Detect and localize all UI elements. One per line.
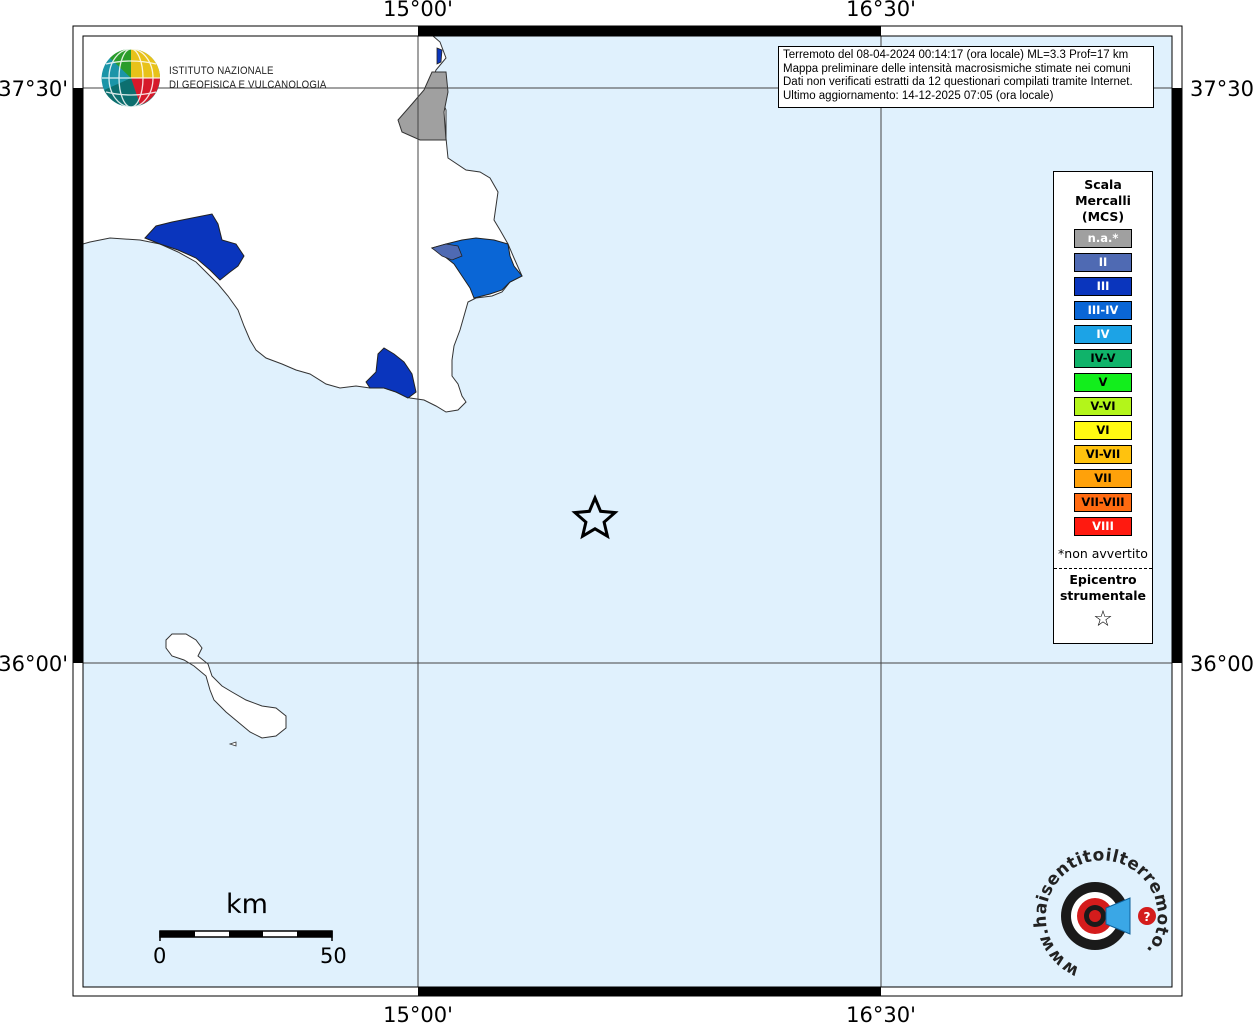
event-info-line2: Mappa preliminare delle intensità macros…	[783, 62, 1131, 75]
legend-swatch-vi-vii: VI-VII	[1074, 445, 1132, 464]
scale-unit-label: km	[226, 889, 268, 920]
ingv-logo-text: ISTITUTO NAZIONALE DI GEOFISICA E VULCAN…	[169, 64, 327, 92]
lon-label-top-2: 16°30'	[846, 0, 916, 21]
lat-label-right-2: 36°00'	[1190, 652, 1255, 676]
lon-label-bottom-1: 15°00'	[383, 1003, 453, 1024]
scale-max-label: 50	[320, 944, 347, 968]
event-info-line4: Ultimo aggiornamento: 14-12-2025 07:05 (…	[783, 89, 1054, 102]
ingv-logo-line2: DI GEOFISICA E VULCANOLOGIA	[169, 79, 327, 91]
legend-separator	[1054, 568, 1152, 569]
lat-label-right-1: 37°30'	[1190, 77, 1255, 101]
legend-swatch-iii-iv: III-IV	[1074, 301, 1132, 320]
lat-label-left-2: 36°00'	[0, 652, 68, 676]
legend-swatch-viii: VIII	[1074, 517, 1132, 536]
legend-swatch-iii: III	[1074, 277, 1132, 296]
legend-star-icon: ☆	[1093, 607, 1113, 632]
lon-label-top-1: 15°00'	[383, 0, 453, 21]
region-III-north	[436, 47, 443, 65]
legend-title-line3: (MCS)	[1081, 209, 1125, 224]
legend-title-line2: Mercalli	[1075, 193, 1131, 208]
legend-epicenter-label: Epicentro strumentale	[1054, 572, 1152, 604]
legend-swatch-v-vi: V-VI	[1074, 397, 1132, 416]
legend-swatch-iv: IV	[1074, 325, 1132, 344]
ingv-logo-line1: ISTITUTO NAZIONALE	[169, 65, 274, 77]
legend-note: *non avvertito	[1058, 546, 1148, 561]
lon-label-bottom-2: 16°30'	[846, 1003, 916, 1024]
legend-swatch-n-a: n.a.*	[1074, 229, 1132, 248]
legend-epicenter-line1: Epicentro	[1069, 572, 1137, 587]
legend-title: Scala Mercalli (MCS)	[1054, 177, 1152, 225]
legend-swatch-ii: II	[1074, 253, 1132, 272]
legend-swatch-iv-v: IV-V	[1074, 349, 1132, 368]
legend-swatch-vi: VI	[1074, 421, 1132, 440]
lat-label-left-1: 37°30'	[0, 77, 68, 101]
event-info-line3: Dati non verificati estratti da 12 quest…	[783, 76, 1133, 88]
event-info-box: Terremoto del 08-04-2024 00:14:17 (ora l…	[778, 46, 1154, 108]
legend-swatch-vii-viii: VII-VIII	[1074, 493, 1132, 512]
legend-epicenter-line2: strumentale	[1059, 588, 1147, 603]
svg-text:?: ?	[1144, 910, 1151, 924]
event-info-line1: Terremoto del 08-04-2024 00:14:17 (ora l…	[783, 49, 1129, 61]
mcs-legend: Scala Mercalli (MCS) n.a.* II III III-IV IV I…	[1053, 171, 1153, 644]
legend-title-line1: Scala	[1084, 177, 1122, 192]
scale-min-label: 0	[153, 944, 167, 968]
ingv-logo-icon	[101, 48, 160, 108]
legend-swatch-vii: VII	[1074, 469, 1132, 488]
legend-swatch-v: V	[1074, 373, 1132, 392]
